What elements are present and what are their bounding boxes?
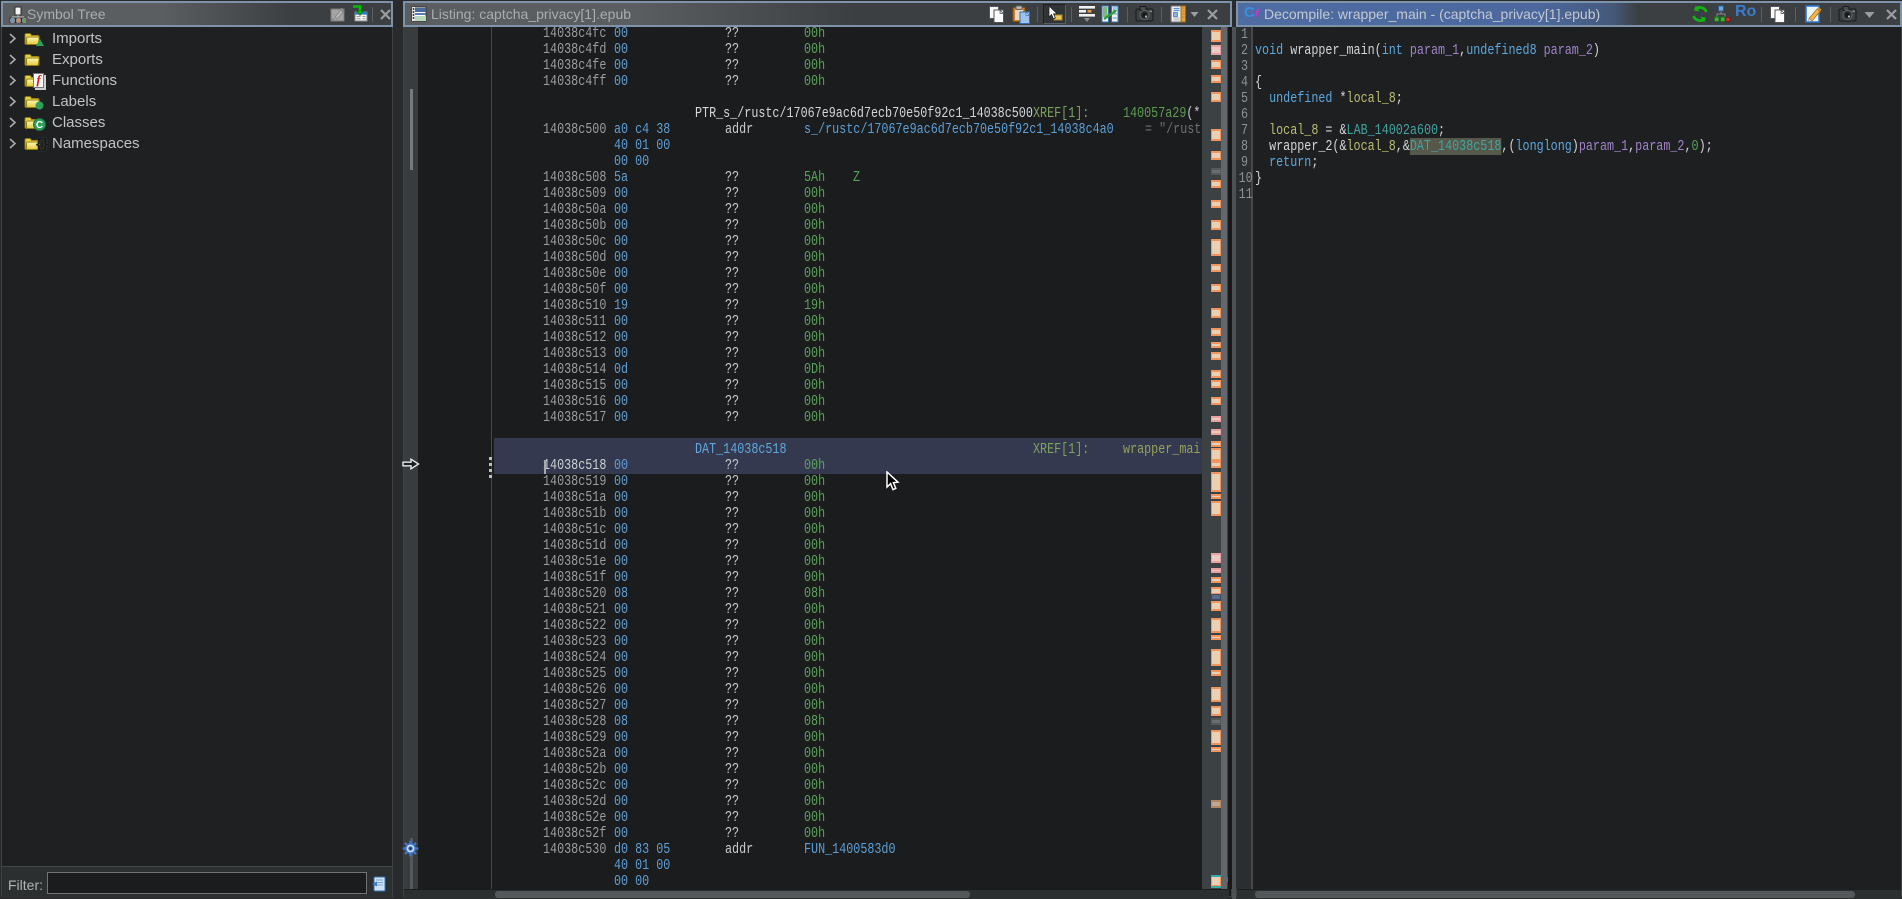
svg-text:C: C: [36, 120, 43, 131]
